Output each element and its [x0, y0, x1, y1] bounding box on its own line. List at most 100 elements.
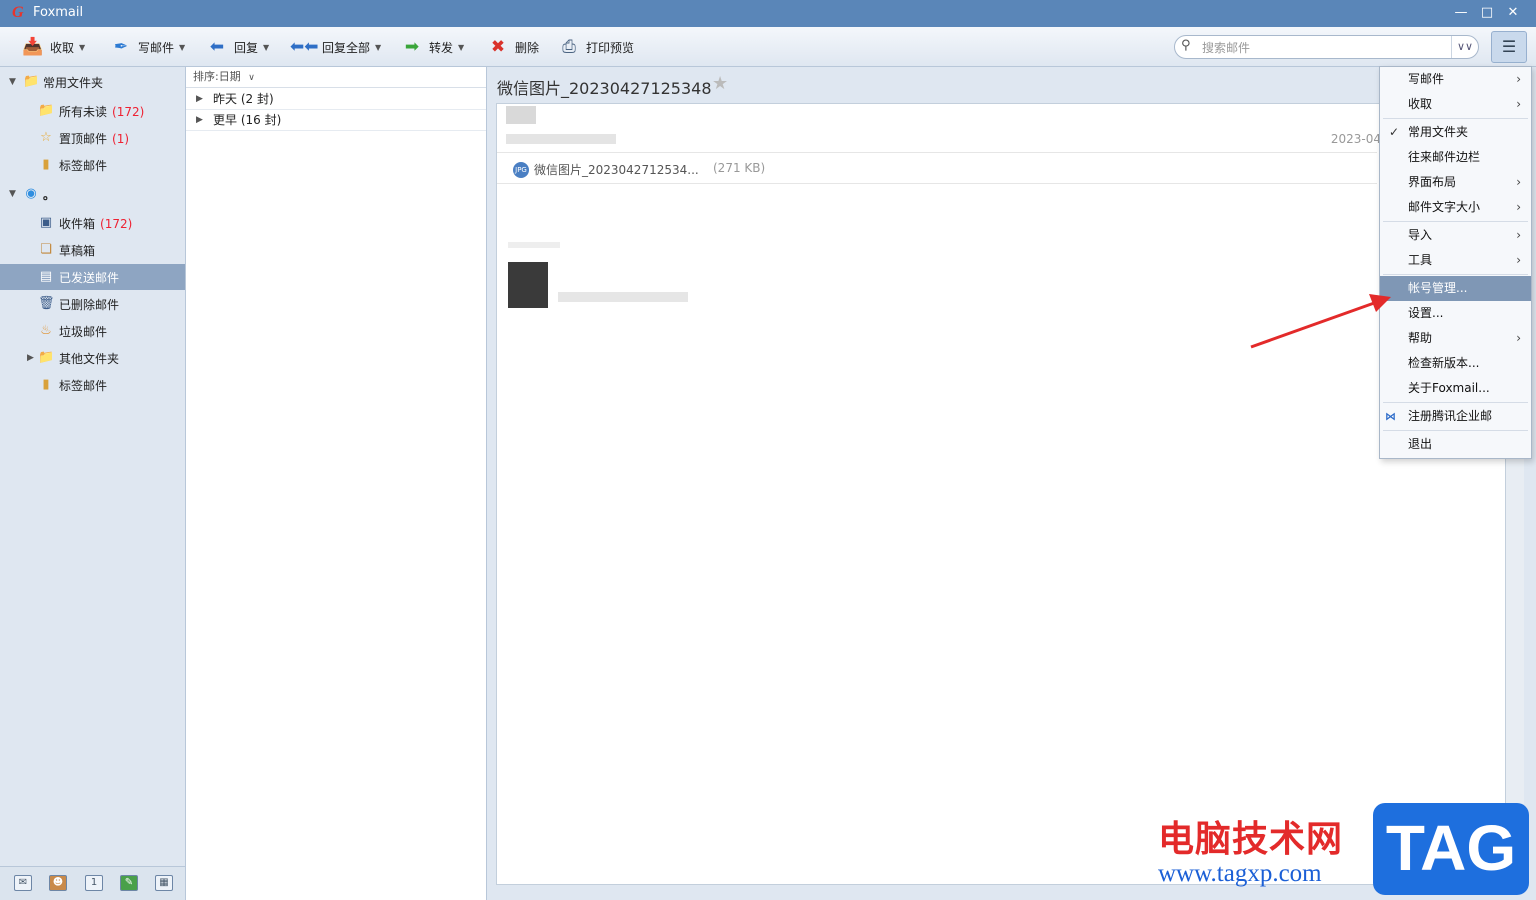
foxmail-logo-icon: G [12, 4, 24, 21]
reply-all-button[interactable]: ⬅⬅ 回复全部 ▼ [290, 35, 381, 59]
menu-label: 常用文件夹 [1408, 125, 1469, 139]
folder-sent[interactable]: ▤ 已发送邮件 [0, 264, 185, 290]
star-icon[interactable]: ★ [712, 73, 728, 94]
folder-label: 草稿箱 [59, 243, 96, 258]
menu-item-about[interactable]: 关于Foxmail... [1380, 376, 1531, 401]
minimize-button[interactable]: — [1451, 4, 1471, 22]
chevron-down-icon[interactable]: ▼ [458, 43, 464, 52]
main-menu-dropdown: 写邮件 › 收取 › ✓ 常用文件夹 往来邮件边栏 界面布局 › 邮件文字大小 › 导入 ›… [1379, 66, 1532, 459]
list-group-yesterday[interactable]: ▶ 昨天 (2 封) [186, 89, 486, 110]
menu-item-compose[interactable]: 写邮件 › [1380, 67, 1531, 92]
menu-item-help[interactable]: 帮助 › [1380, 326, 1531, 351]
menu-label: 工具 [1408, 253, 1433, 267]
watermark-url: www.tagxp.com [1158, 860, 1322, 887]
forward-button[interactable]: ➡ 转发 ▼ [401, 35, 464, 59]
chevron-down-icon[interactable]: ▼ [79, 43, 85, 52]
folder-tagged[interactable]: ▮ 标签邮件 [0, 152, 185, 178]
reply-button[interactable]: ⬅ 回复 ▼ [206, 35, 269, 59]
forward-label: 转发 [429, 40, 454, 55]
chevron-right-icon: › [1516, 200, 1521, 214]
menu-separator [1383, 402, 1528, 403]
delete-x-icon: ✖ [490, 37, 506, 57]
folder-label: 标签邮件 [59, 158, 108, 173]
folder-label: 标签邮件 [59, 378, 108, 393]
compose-button[interactable]: ✒ 写邮件 ▼ [110, 35, 185, 59]
menu-item-exit[interactable]: 退出 [1380, 432, 1531, 457]
search-icon: ⚲ [1181, 38, 1191, 53]
account-chrome-icon: ◉ [25, 186, 37, 201]
folder-inbox[interactable]: ▣ 收件箱 (172) [0, 210, 185, 236]
arrow-shaft [1250, 300, 1378, 349]
body-text [508, 242, 560, 248]
calendar-icon[interactable]: 1 [85, 875, 103, 891]
drafts-icon: ❏ [40, 242, 52, 257]
search-options-chevron-icon[interactable]: ∨∨ [1451, 36, 1478, 58]
folder-label: 收件箱 [59, 216, 96, 231]
close-button[interactable]: ✕ [1503, 4, 1523, 22]
expand-arrow-icon[interactable]: ▶ [196, 89, 203, 109]
tencent-mail-icon: ⋈ [1385, 410, 1396, 423]
menu-separator [1383, 274, 1528, 275]
sender-avatar [506, 106, 536, 124]
sort-label: 排序:日期 [193, 70, 241, 83]
contacts-icon[interactable]: ☻ [49, 875, 67, 891]
reply-all-label: 回复全部 [322, 40, 371, 55]
folder-icon: 📁 [38, 350, 55, 365]
menu-item-receive[interactable]: 收取 › [1380, 92, 1531, 117]
main-menu-button[interactable]: ☰ [1491, 31, 1527, 63]
folder-deleted[interactable]: 🗑 已删除邮件 [0, 291, 185, 317]
menu-label: 邮件文字大小 [1408, 200, 1481, 214]
menu-item-register-tencent-mail[interactable]: ⋈ 注册腾讯企业邮 [1380, 404, 1531, 429]
mail-icon[interactable]: ✉ [14, 875, 32, 891]
print-preview-button[interactable]: ⎙ 打印预览 [558, 35, 634, 59]
menu-item-font-size[interactable]: 邮件文字大小 › [1380, 195, 1531, 220]
feed-icon[interactable]: ▦ [155, 875, 173, 891]
menu-label: 检查新版本... [1408, 356, 1480, 370]
body-image [508, 262, 548, 308]
menu-label: 收取 [1408, 97, 1433, 111]
jpg-file-icon: JPG [513, 162, 529, 178]
chevron-right-icon: › [1516, 228, 1521, 242]
folder-other[interactable]: ▶ 📁 其他文件夹 [0, 345, 185, 371]
folder-label: 其他文件夹 [59, 351, 120, 366]
menu-item-tools[interactable]: 工具 › [1380, 248, 1531, 273]
menu-item-layout[interactable]: 界面布局 › [1380, 170, 1531, 195]
folder-label: 已发送邮件 [59, 270, 120, 285]
message-body-card: 2023-04 JPG 微信图片_2023042712534... (271 K… [496, 103, 1506, 885]
menu-item-common-folders[interactable]: ✓ 常用文件夹 [1380, 120, 1531, 145]
chevron-down-icon[interactable]: ▼ [263, 43, 269, 52]
attachment-row[interactable]: JPG 微信图片_2023042712534... (271 KB) [497, 152, 1377, 184]
search-input[interactable] [1202, 39, 1447, 56]
print-preview-label: 打印预览 [586, 40, 635, 55]
account-node[interactable]: ▼ ◉ 。 [0, 181, 185, 207]
chevron-right-icon: › [1516, 253, 1521, 267]
menu-item-import[interactable]: 导入 › [1380, 223, 1531, 248]
folder-all-unread[interactable]: 📁 所有未读 (172) [0, 98, 185, 124]
expand-arrow-icon[interactable]: ▼ [9, 189, 16, 199]
maximize-button[interactable]: □ [1477, 4, 1497, 22]
folder-tagged[interactable]: ▮ 标签邮件 [0, 372, 185, 398]
expand-arrow-icon[interactable]: ▶ [196, 110, 203, 130]
delete-button[interactable]: ✖ 删除 [487, 35, 539, 59]
collapse-arrow-icon[interactable]: ▶ [27, 353, 34, 363]
expand-arrow-icon[interactable]: ▼ [9, 77, 16, 87]
attachment-name[interactable]: 微信图片_2023042712534... [534, 161, 699, 178]
chevron-down-icon[interactable]: ▼ [375, 43, 381, 52]
list-group-earlier[interactable]: ▶ 更早 (16 封) [186, 110, 486, 131]
sort-selector[interactable]: 排序:日期 ∨ [186, 67, 486, 88]
folder-drafts[interactable]: ❏ 草稿箱 [0, 237, 185, 263]
trash-can-icon: 🗑 [38, 296, 55, 311]
junk-flame-icon: ♨ [40, 323, 52, 338]
folder-group-common[interactable]: ▼ 📁 常用文件夹 [0, 69, 185, 95]
receive-button[interactable]: 📥 收取 ▼ [22, 35, 85, 59]
chevron-down-icon[interactable]: ▼ [179, 43, 185, 52]
menu-item-check-update[interactable]: 检查新版本... [1380, 351, 1531, 376]
notes-icon[interactable]: ✎ [120, 875, 138, 891]
menu-item-contact-sidebar[interactable]: 往来邮件边栏 [1380, 145, 1531, 170]
tag-folder-icon: ▮ [42, 377, 50, 392]
folder-junk[interactable]: ♨ 垃圾邮件 [0, 318, 185, 344]
folder-pinned[interactable]: ☆ 置顶邮件 (1) [0, 125, 185, 151]
menu-item-settings[interactable]: 设置... [1380, 301, 1531, 326]
menu-item-account-management[interactable]: 帐号管理... [1380, 276, 1531, 301]
receive-label: 收取 [50, 40, 75, 55]
